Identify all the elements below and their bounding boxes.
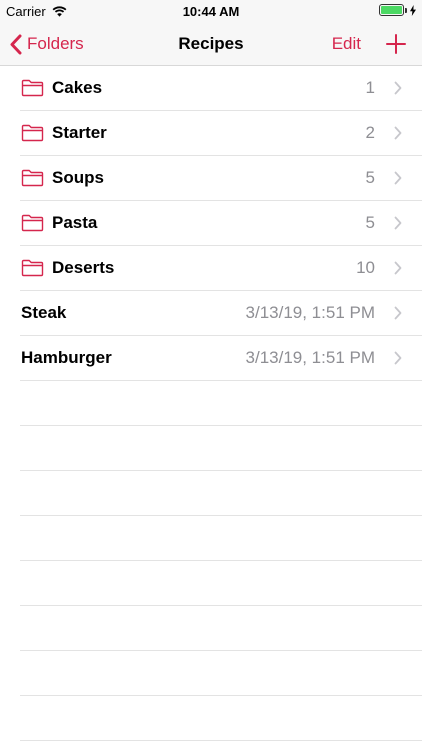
- empty-row: [0, 516, 422, 561]
- battery-tip: [405, 7, 407, 13]
- folder-row[interactable]: Deserts 10: [0, 246, 422, 291]
- chevron-right-icon: [394, 81, 402, 95]
- recipe-row[interactable]: Steak 3/13/19, 1:51 PM: [0, 291, 422, 336]
- folder-icon: [21, 124, 44, 142]
- folder-icon: [21, 169, 44, 187]
- chevron-right-icon: [394, 216, 402, 230]
- battery-icon: [379, 4, 404, 16]
- back-button-label: Folders: [27, 34, 84, 53]
- battery-indicator: [379, 4, 416, 16]
- folder-row[interactable]: Cakes 1: [0, 66, 422, 111]
- folder-count: 5: [365, 213, 375, 232]
- chevron-right-icon: [394, 351, 402, 365]
- edit-button[interactable]: Edit: [332, 22, 361, 66]
- folder-row[interactable]: Pasta 5: [0, 201, 422, 246]
- chevron-right-icon: [394, 261, 402, 275]
- folder-icon: [21, 79, 44, 97]
- folder-icon: [21, 214, 44, 232]
- charging-bolt-icon: [410, 4, 416, 16]
- folder-name: Soups: [52, 168, 104, 187]
- status-bar: Carrier 10:44 AM: [0, 0, 422, 22]
- folder-row[interactable]: Soups 5: [0, 156, 422, 201]
- folder-icon: [21, 259, 44, 277]
- chevron-right-icon: [394, 126, 402, 140]
- chevron-right-icon: [394, 306, 402, 320]
- empty-row: [0, 651, 422, 696]
- recipe-row[interactable]: Hamburger 3/13/19, 1:51 PM: [0, 336, 422, 381]
- empty-row: [0, 696, 422, 741]
- empty-row: [0, 606, 422, 651]
- status-time: 10:44 AM: [182, 4, 240, 19]
- navigation-bar: Folders Recipes Edit: [0, 22, 422, 66]
- recipe-name: Hamburger: [21, 348, 112, 367]
- folder-row[interactable]: Starter 2: [0, 111, 422, 156]
- add-button[interactable]: [386, 22, 406, 66]
- folder-name: Deserts: [52, 258, 115, 277]
- back-button[interactable]: Folders: [10, 22, 84, 66]
- empty-row: [0, 561, 422, 606]
- plus-icon: [386, 34, 406, 54]
- recipe-date: 3/13/19, 1:51 PM: [245, 348, 375, 367]
- recipe-name: Steak: [21, 303, 67, 322]
- folder-count: 5: [365, 168, 375, 187]
- recipe-date: 3/13/19, 1:51 PM: [245, 303, 375, 322]
- folder-count: 2: [365, 123, 375, 142]
- empty-row: [0, 381, 422, 426]
- folder-count: 10: [356, 258, 375, 277]
- folder-name: Pasta: [52, 213, 98, 232]
- folder-name: Cakes: [52, 78, 103, 97]
- chevron-left-icon: [10, 34, 22, 54]
- empty-row: [0, 471, 422, 516]
- battery-level: [381, 6, 402, 14]
- folder-count: 1: [365, 78, 375, 97]
- chevron-right-icon: [394, 171, 402, 185]
- empty-row: [0, 426, 422, 471]
- folder-name: Starter: [52, 123, 107, 142]
- recipe-table: Cakes 1 Starter 2 Soups 5 Pasta 5 Desert…: [0, 66, 422, 741]
